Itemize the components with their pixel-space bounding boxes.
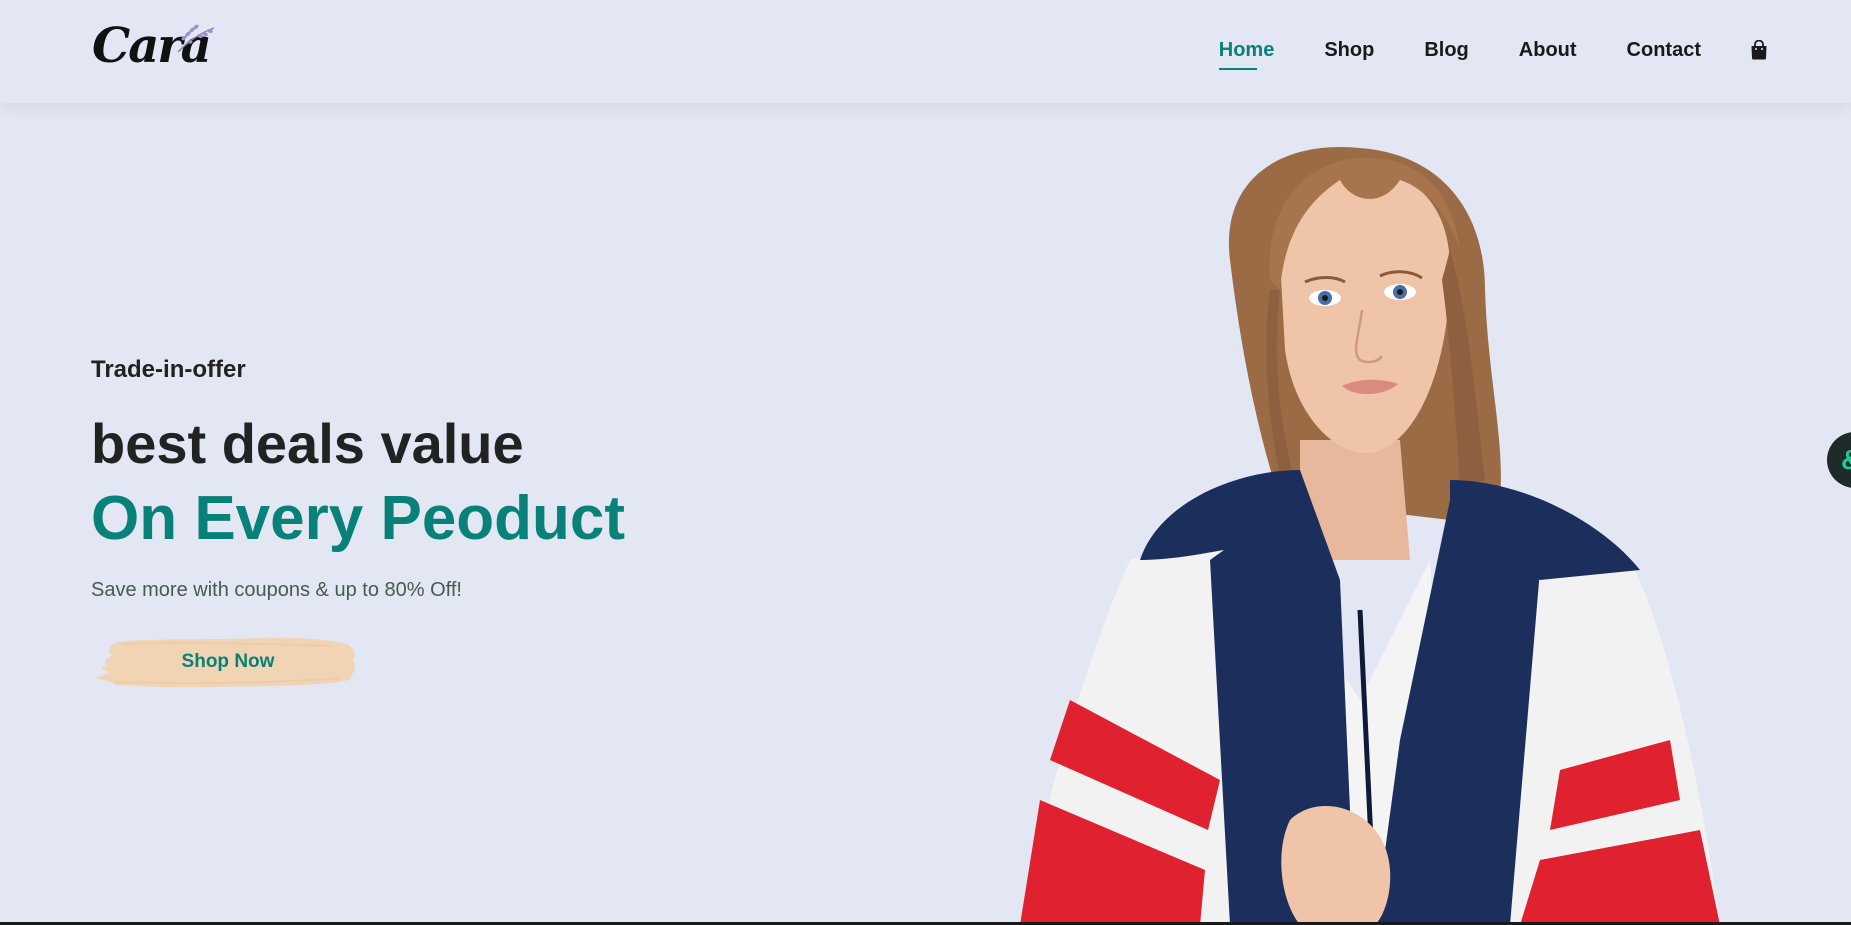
hero-headline-accent: On Every Peoduct	[91, 484, 626, 553]
nav-about-link[interactable]: About	[1519, 34, 1577, 66]
nav-contact-link[interactable]: Contact	[1627, 34, 1701, 66]
shop-now-button[interactable]: Shop Now	[91, 634, 361, 690]
logo[interactable]: Cara	[92, 16, 222, 76]
hero-headline: best deals value	[91, 412, 524, 475]
hero-model-image	[1020, 146, 1720, 925]
main-navigation: Home Shop Blog About Contact	[1218, 34, 1769, 70]
nav-blog-link[interactable]: Blog	[1424, 34, 1468, 66]
site-header: Cara Home Shop Blog About Contact	[0, 0, 1851, 103]
hero-offer-label: Trade-in-offer	[91, 356, 246, 383]
floating-widget-label: &	[1841, 444, 1851, 476]
lavender-icon	[177, 24, 215, 53]
nav-shop-link[interactable]: Shop	[1324, 34, 1374, 66]
hero-subtext: Save more with coupons & up to 80% Off!	[91, 579, 462, 601]
shopping-bag-icon[interactable]	[1749, 38, 1769, 62]
shop-now-label: Shop Now	[181, 651, 275, 672]
nav-home-link[interactable]: Home	[1218, 34, 1274, 70]
floating-widget-button[interactable]: &	[1827, 432, 1851, 488]
